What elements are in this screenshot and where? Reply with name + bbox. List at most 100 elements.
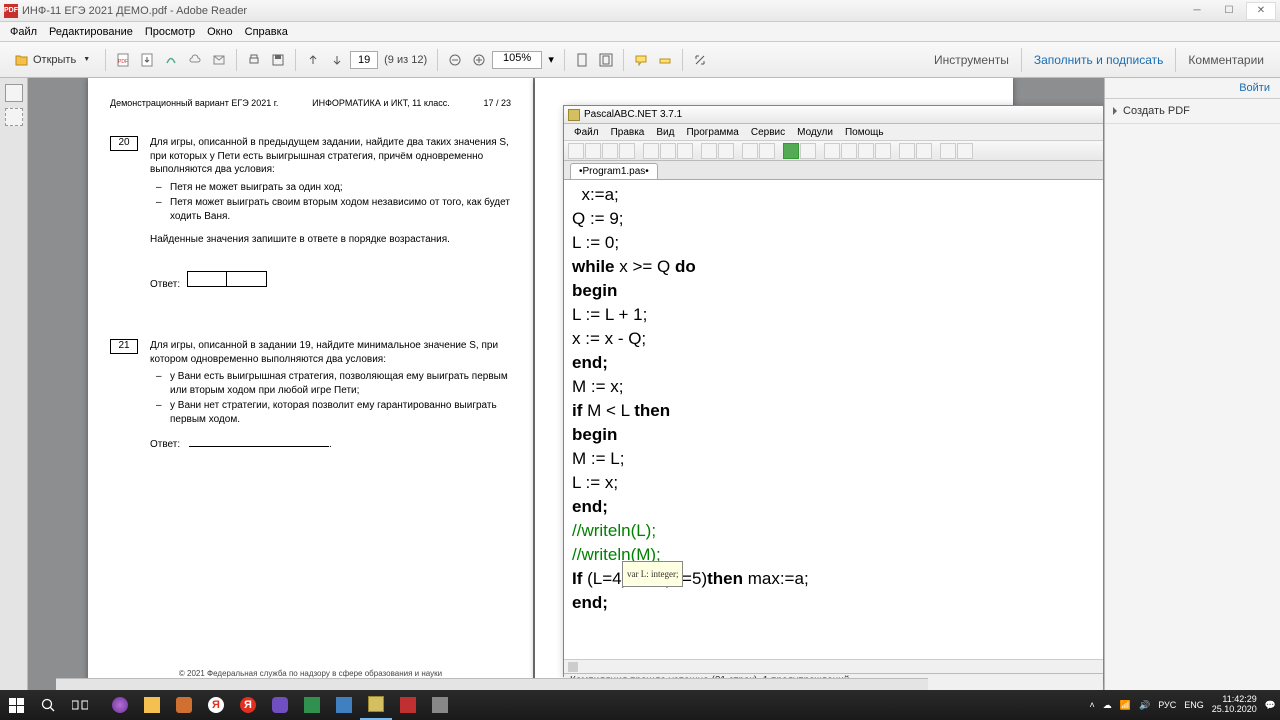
system-tray[interactable]: ˄ ☁ 📶 🔊 РУС ENG 11:42:29 25.10.2020 💬 <box>1089 695 1280 715</box>
ide-tb-b[interactable] <box>841 143 857 159</box>
taskview-icon <box>72 699 88 711</box>
taskbar-app-1[interactable] <box>104 690 136 720</box>
export-icon[interactable] <box>136 49 158 71</box>
single-page-icon[interactable] <box>571 49 593 71</box>
taskbar-app-10[interactable] <box>392 690 424 720</box>
ide-nav2-icon[interactable] <box>759 143 775 159</box>
expand-icon[interactable] <box>689 49 711 71</box>
ide-code-editor[interactable]: x:=a; Q := 9; L := 0; while x >= Q do be… <box>564 180 1103 659</box>
taskbar-viber[interactable] <box>264 690 296 720</box>
ide-menubar: Файл Правка Вид Программа Сервис Модули … <box>564 124 1103 141</box>
answer-box-2 <box>227 271 267 287</box>
taskbar-yandex2[interactable]: Я <box>232 690 264 720</box>
taskbar-app-11[interactable] <box>424 690 456 720</box>
create-pdf-label: Создать PDF <box>1123 105 1190 117</box>
thumbnails-icon[interactable] <box>5 84 23 102</box>
ide-copy-icon[interactable] <box>660 143 676 159</box>
menu-help[interactable]: Справка <box>239 24 294 40</box>
zoom-out-button[interactable] <box>444 49 466 71</box>
create-pdf-row[interactable]: Создать PDF <box>1105 99 1280 124</box>
ide-tb-h[interactable] <box>957 143 973 159</box>
create-pdf-icon[interactable]: PDF <box>112 49 134 71</box>
ide-tab-program1[interactable]: •Program1.pas• <box>570 163 658 179</box>
taskbar-pascal[interactable] <box>360 690 392 720</box>
menu-file[interactable]: Файл <box>4 24 43 40</box>
next-page-button[interactable] <box>326 49 348 71</box>
page-number-input[interactable] <box>350 51 378 69</box>
ide-saveall-icon[interactable] <box>619 143 635 159</box>
ide-undo-icon[interactable] <box>701 143 717 159</box>
taskbar-explorer[interactable] <box>136 690 168 720</box>
comments-button[interactable]: Комментарии <box>1178 49 1274 71</box>
ide-tb-c[interactable] <box>858 143 874 159</box>
close-button[interactable]: ✕ <box>1246 2 1276 20</box>
save-icon[interactable] <box>267 49 289 71</box>
signin-link[interactable]: Войти <box>1105 78 1280 99</box>
ide-menu-view[interactable]: Вид <box>650 126 680 139</box>
ide-menu-program[interactable]: Программа <box>680 126 744 139</box>
zoom-in-button[interactable] <box>468 49 490 71</box>
zoom-select[interactable]: 105% <box>492 51 542 69</box>
ide-menu-modules[interactable]: Модули <box>791 126 839 139</box>
menu-view[interactable]: Просмотр <box>139 24 201 40</box>
highlight-icon[interactable] <box>654 49 676 71</box>
ide-menu-file[interactable]: Файл <box>568 126 605 139</box>
attachments-icon[interactable] <box>5 108 23 126</box>
ide-run-icon[interactable] <box>783 143 799 159</box>
ide-hscrollbar[interactable] <box>564 659 1103 673</box>
taskbar-app-7[interactable] <box>296 690 328 720</box>
ide-cut-icon[interactable] <box>643 143 659 159</box>
fit-page-icon[interactable] <box>595 49 617 71</box>
adobe-hscrollbar[interactable] <box>56 678 928 690</box>
ide-redo-icon[interactable] <box>718 143 734 159</box>
ide-tb-g[interactable] <box>940 143 956 159</box>
task20-bullet1: Петя не может выиграть за один ход; <box>170 181 511 195</box>
tray-cloud-icon[interactable]: ☁ <box>1103 700 1112 711</box>
ide-new-icon[interactable] <box>568 143 584 159</box>
prev-page-button[interactable] <box>302 49 324 71</box>
ide-paste-icon[interactable] <box>677 143 693 159</box>
open-button[interactable]: Открыть ▼ <box>6 49 99 71</box>
ide-stop-icon[interactable] <box>800 143 816 159</box>
triangle-right-icon <box>1113 107 1117 115</box>
taskbar-yandex1[interactable]: Я <box>200 690 232 720</box>
taskview-button[interactable] <box>64 690 96 720</box>
menu-edit[interactable]: Редактирование <box>43 24 139 40</box>
pdf-viewport[interactable]: Демонстрационный вариант ЕГЭ 2021 г. ИНФ… <box>28 78 1104 690</box>
ide-menu-help[interactable]: Помощь <box>839 126 890 139</box>
tray-volume-icon[interactable]: 🔊 <box>1139 700 1150 711</box>
sign-icon[interactable] <box>160 49 182 71</box>
zoom-dropdown-icon[interactable]: ▾ <box>544 49 558 71</box>
comment-bubble-icon[interactable] <box>630 49 652 71</box>
ide-menu-service[interactable]: Сервис <box>745 126 791 139</box>
taskbar-app-3[interactable] <box>168 690 200 720</box>
tray-notifications-icon[interactable]: 💬 <box>1265 700 1276 711</box>
cloud-icon[interactable] <box>184 49 206 71</box>
tray-lang1[interactable]: РУС <box>1158 700 1176 710</box>
ide-titlebar[interactable]: PascalABC.NET 3.7.1 <box>564 106 1103 124</box>
email-icon[interactable] <box>208 49 230 71</box>
ide-tb-d[interactable] <box>875 143 891 159</box>
fill-sign-button[interactable]: Заполнить и подписать <box>1024 49 1174 71</box>
adobe-toolbar: Открыть ▼ PDF (9 из 12) 105% ▾ Инструмен… <box>0 42 1280 78</box>
minimize-button[interactable]: ─ <box>1182 2 1212 20</box>
ide-menu-edit[interactable]: Правка <box>605 126 651 139</box>
ide-tooltip: var L: integer; <box>622 561 683 587</box>
tools-button[interactable]: Инструменты <box>924 49 1019 71</box>
tray-network-icon[interactable]: 📶 <box>1120 700 1131 711</box>
menu-window[interactable]: Окно <box>201 24 239 40</box>
ide-open-icon[interactable] <box>585 143 601 159</box>
taskbar-app-8[interactable] <box>328 690 360 720</box>
ide-tb-a[interactable] <box>824 143 840 159</box>
ide-save-icon[interactable] <box>602 143 618 159</box>
print-icon[interactable] <box>243 49 265 71</box>
ide-nav1-icon[interactable] <box>742 143 758 159</box>
start-button[interactable] <box>0 690 32 720</box>
ide-tb-e[interactable] <box>899 143 915 159</box>
ide-tb-f[interactable] <box>916 143 932 159</box>
tray-lang2[interactable]: ENG <box>1184 700 1204 710</box>
maximize-button[interactable]: ☐ <box>1214 2 1244 20</box>
tray-chevron-up-icon[interactable]: ˄ <box>1089 700 1094 710</box>
search-button[interactable] <box>32 690 64 720</box>
tray-clock[interactable]: 11:42:29 25.10.2020 <box>1212 695 1257 715</box>
